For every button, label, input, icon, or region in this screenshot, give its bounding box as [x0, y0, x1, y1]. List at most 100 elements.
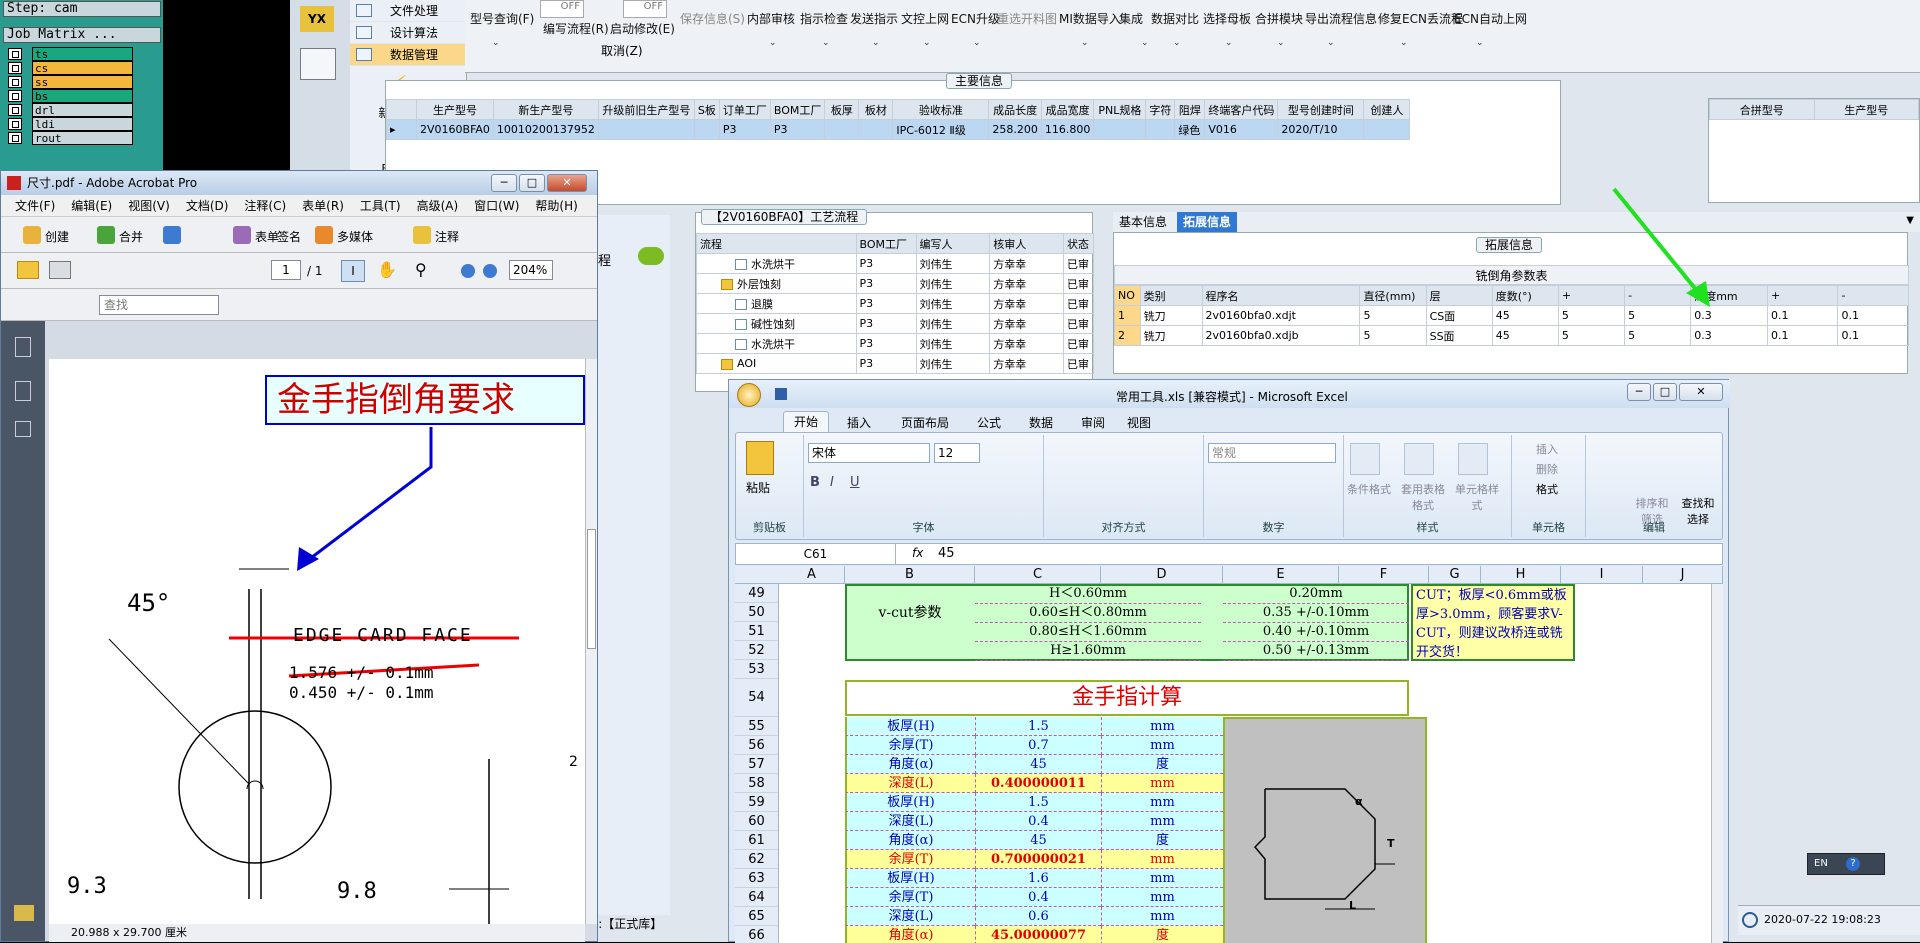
calc-unit[interactable]: mm: [1101, 907, 1223, 926]
zoom-tool-icon[interactable]: ⚲: [415, 260, 427, 279]
layer-checkbox[interactable]: [8, 118, 22, 130]
calc-unit[interactable]: mm: [1101, 736, 1223, 755]
ribbon-tab[interactable]: 审阅: [1081, 414, 1105, 431]
column-header[interactable]: I: [1561, 566, 1643, 584]
paste-icon[interactable]: [746, 441, 774, 475]
cell[interactable]: 已审: [1062, 273, 1095, 294]
cell[interactable]: [693, 119, 720, 140]
sheet-scrollbar[interactable]: [1711, 584, 1723, 943]
cell[interactable]: [824, 119, 860, 140]
cell[interactable]: 0.1: [1837, 325, 1909, 346]
cell[interactable]: 0.1: [1837, 305, 1909, 326]
layer-row[interactable]: ldi: [8, 117, 133, 131]
cell[interactable]: [1363, 119, 1411, 140]
attachments-icon[interactable]: [15, 381, 31, 401]
cell[interactable]: 铣刀: [1139, 305, 1203, 326]
flow-name-cell[interactable]: 退膜: [696, 293, 857, 314]
ribbon-tab[interactable]: 开始: [783, 411, 830, 433]
layer-row[interactable]: cs: [8, 61, 133, 75]
menu-item[interactable]: 高级(A): [417, 195, 459, 216]
column-header[interactable]: BOM工厂: [855, 233, 917, 254]
column-header[interactable]: A: [779, 566, 845, 584]
excel-minimize-button[interactable]: ─: [1627, 383, 1651, 401]
row-header[interactable]: 52: [735, 641, 779, 660]
help-icon[interactable]: ?: [1846, 857, 1860, 871]
calc-label[interactable]: 深度(L): [845, 812, 975, 831]
cell[interactable]: 已审: [1062, 253, 1095, 274]
layer-checkbox[interactable]: [8, 90, 22, 102]
ribbon-tab[interactable]: 公式: [977, 414, 1001, 431]
note-cell[interactable]: CUT；板厚<0.6mm或板厚>3.0mm，顾客要求V-CUT，则建议改桥连或铣…: [1411, 584, 1575, 661]
calc-label[interactable]: 板厚(H): [845, 869, 975, 888]
pdf-scroll-thumb[interactable]: [587, 529, 596, 649]
page-number-input[interactable]: 1: [271, 260, 301, 280]
column-header[interactable]: 程序名: [1201, 285, 1361, 306]
column-header[interactable]: H: [1481, 566, 1561, 584]
vcut-depth[interactable]: 0.35 +/-0.10mm: [1223, 603, 1409, 623]
cell[interactable]: IPC-6012 Ⅱ级: [892, 119, 990, 140]
function-icon[interactable]: fx: [912, 546, 923, 560]
cell[interactable]: 刘伟生: [915, 273, 991, 294]
layer-checkbox[interactable]: [8, 62, 22, 74]
layer-row[interactable]: bs: [8, 89, 133, 103]
column-header[interactable]: E: [1223, 566, 1339, 584]
calc-unit[interactable]: mm: [1101, 793, 1223, 812]
toolbar-button[interactable]: 启动修改(E): [610, 20, 675, 37]
row-header[interactable]: 59: [735, 793, 779, 812]
chevron-down-icon[interactable]: ⌄: [1141, 38, 1149, 48]
cell[interactable]: 方幸幸: [989, 273, 1064, 294]
calc-label[interactable]: 角度(α): [845, 831, 975, 850]
vcut-depth[interactable]: 0.40 +/-0.10mm: [1223, 622, 1409, 642]
language-bar[interactable]: EN ?: [1807, 853, 1885, 875]
toolbar-button[interactable]: 型号查询(F): [470, 10, 534, 27]
row-header[interactable]: 62: [735, 850, 779, 869]
cell-button[interactable]: 插入: [1536, 441, 1558, 457]
row-header[interactable]: 66: [735, 926, 779, 943]
cell[interactable]: P3: [855, 293, 917, 314]
column-header[interactable]: 状态: [1062, 233, 1095, 254]
menu-item[interactable]: 帮助(H): [535, 195, 577, 216]
toolbar-button[interactable]: 合并: [119, 228, 143, 245]
row-header[interactable]: 51: [735, 622, 779, 641]
flow-row[interactable]: AOI P3 刘伟生 方幸幸 已审: [696, 353, 1095, 374]
cell[interactable]: 刘伟生: [915, 293, 991, 314]
cell[interactable]: 45: [1491, 305, 1559, 326]
flow-name-cell[interactable]: AOI: [696, 353, 857, 374]
cancel-button[interactable]: 取消(Z): [601, 42, 643, 59]
calc-label[interactable]: 深度(L): [845, 774, 975, 793]
toolbar-button[interactable]: 创建: [45, 228, 69, 245]
find-input[interactable]: 查找: [99, 295, 219, 315]
calc-value[interactable]: 1.5: [975, 717, 1101, 736]
cell-button[interactable]: 格式: [1536, 481, 1558, 497]
excel-maximize-button[interactable]: □: [1653, 383, 1677, 401]
calc-label[interactable]: 角度(α): [845, 926, 975, 943]
row-header[interactable]: 65: [735, 907, 779, 926]
calc-unit[interactable]: 度: [1101, 926, 1223, 943]
toolbar-button[interactable]: 编写流程(R): [543, 20, 609, 37]
cell[interactable]: 绿色: [1174, 119, 1206, 140]
menu-item[interactable]: 工具(T): [360, 195, 401, 216]
cell[interactable]: 已审: [1062, 313, 1095, 334]
column-header[interactable]: 生产型号: [416, 99, 494, 120]
row-header[interactable]: 50: [735, 603, 779, 622]
cell[interactable]: P3: [718, 119, 771, 140]
toolbar-button[interactable]: 指示检查: [800, 10, 848, 27]
calc-value[interactable]: 0.4: [975, 812, 1101, 831]
cell[interactable]: P3: [855, 333, 917, 354]
toolbar-button[interactable]: 签名: [277, 228, 301, 245]
info-tab[interactable]: 基本信息: [1113, 212, 1173, 232]
cell[interactable]: P3: [855, 253, 917, 274]
flow-row[interactable]: 水洗烘干 P3 刘伟生 方幸幸 已审: [696, 333, 1095, 354]
signatures-icon[interactable]: [15, 421, 31, 437]
flow-row[interactable]: 退膜 P3 刘伟生 方幸幸 已审: [696, 293, 1095, 314]
calc-title[interactable]: 金手指计算: [845, 680, 1409, 716]
calc-value[interactable]: 1.6: [975, 869, 1101, 888]
cell[interactable]: 258.200: [988, 119, 1042, 140]
toolbar-button[interactable]: 发送指示: [850, 10, 898, 27]
column-header[interactable]: 升级前旧生产型号: [597, 99, 695, 120]
toolbar-button[interactable]: 表单: [255, 228, 279, 245]
column-header[interactable]: 验收标准: [892, 99, 990, 120]
flow-name-cell[interactable]: 水洗烘干: [696, 253, 857, 274]
cell[interactable]: [858, 119, 894, 140]
cell[interactable]: 刘伟生: [915, 253, 991, 274]
